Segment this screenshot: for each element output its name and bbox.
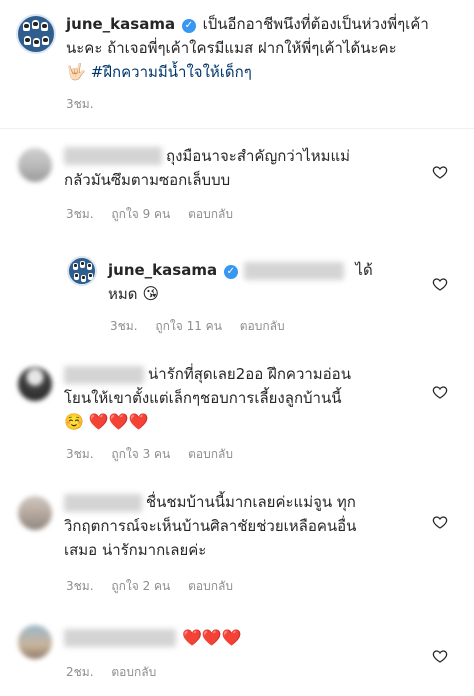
kiss-emoji: 😘 xyxy=(142,284,159,303)
reply-button[interactable]: ตอบกลับ xyxy=(111,665,156,679)
comment-line-1: ❤️❤️❤️ xyxy=(64,626,434,650)
comment-likes-link[interactable]: ถูกใจ 3 คน xyxy=(111,447,170,461)
verified-badge-icon: ✓ xyxy=(223,265,238,279)
comment-likes-link[interactable]: ถูกใจ 9 คน xyxy=(111,207,170,221)
comment-line-1: ชื่นชมบ้านนี้มากเลยค่ะแม่จูน ทุก xyxy=(146,493,356,511)
reply-button[interactable]: ตอบกลับ xyxy=(188,579,233,593)
smile-emoji: ☺️ xyxy=(64,412,84,431)
commenter-avatar[interactable] xyxy=(18,367,52,401)
post-caption: june_kasama ✓ เป็นอีกอาชีพนึงที่ต้องเป็น… xyxy=(66,12,466,84)
like-heart-icon[interactable] xyxy=(432,648,448,664)
commenter-avatar[interactable] xyxy=(18,496,52,530)
reply-text-suffix: ได้ xyxy=(355,261,373,279)
comment-line-2: กลัวมันซึมตามซอกเล็บบบ xyxy=(64,171,231,189)
comment-meta: 3ชม. ถูกใจ 2 คน ตอบกลับ xyxy=(66,578,247,594)
like-heart-icon[interactable] xyxy=(432,514,448,530)
reply-line-2: หมด 😘 xyxy=(108,282,428,306)
comment-meta: 3ชม. ถูกใจ 9 คน ตอบกลับ xyxy=(66,206,247,222)
reply-author-username[interactable]: june_kasama xyxy=(108,261,217,279)
hashtag-link[interactable]: #ฝึกความมีน้ำใจให้เด็กๆ xyxy=(91,63,252,81)
comment-line-3: ☺️ ❤️❤️❤️ xyxy=(64,410,434,434)
comment-line-1: ถุงมือนาจะสำคัญกว่าไหมแม่ xyxy=(166,147,351,165)
caption-line-3: 🤟🏻 #ฝึกความมีน้ำใจให้เด็กๆ xyxy=(66,60,466,84)
reply-author-avatar[interactable] xyxy=(67,256,97,286)
comment-time: 3ชม. xyxy=(66,447,94,461)
caption-line-1: june_kasama ✓ เป็นอีกอาชีพนึงที่ต้องเป็น… xyxy=(66,12,466,36)
comment-line-2: วิกฤตการณ์จะเห็นบ้านศิลาชัยช่วยเหลือคนอื… xyxy=(64,517,357,535)
comment-time: 3ชม. xyxy=(66,207,94,221)
caption-text-2: นะคะ ถ้าเจอพี่ๆเค้าใครมีแมส ฝากให้พี่ๆเค… xyxy=(66,39,397,57)
comment-time: 3ชม. xyxy=(110,319,138,333)
comment-likes-link[interactable]: ถูกใจ 11 คน xyxy=(155,319,222,333)
comment-line-3: เสมอ น่ารักมากเลยค่ะ xyxy=(64,541,207,559)
post-author-username[interactable]: june_kasama xyxy=(66,15,175,33)
commenter-avatar[interactable] xyxy=(18,148,52,182)
red-hearts-emoji: ❤️❤️❤️ xyxy=(182,628,242,647)
comment-time: 2ชม. xyxy=(66,665,94,679)
comment-line-1: น่ารักที่สุดเลย2ออ ฝึกความอ่อน xyxy=(148,365,351,383)
comment-meta: 3ชม. ถูกใจ 3 คน ตอบกลับ xyxy=(66,446,247,462)
commenter-avatar[interactable] xyxy=(18,625,52,659)
comment-text: ❤️❤️❤️ xyxy=(64,626,434,650)
reply-meta: 3ชม. ถูกใจ 11 คน ตอบกลับ xyxy=(110,318,299,334)
comment-meta: 2ชม. ตอบกลับ xyxy=(66,664,170,680)
caption-text-1: เป็นอีกอาชีพนึงที่ต้องเป็นห่วงพี่ๆเค้า xyxy=(202,15,429,33)
post-timestamp: 3ชม. xyxy=(66,97,94,111)
comment-time: 3ชม. xyxy=(66,579,94,593)
reply-text-2: หมด xyxy=(108,285,138,303)
reply-button[interactable]: ตอบกลับ xyxy=(188,207,233,221)
reply-button[interactable]: ตอบกลับ xyxy=(240,319,285,333)
reply-button[interactable]: ตอบกลับ xyxy=(188,447,233,461)
post-author-avatar[interactable] xyxy=(16,14,56,54)
verified-badge-icon: ✓ xyxy=(181,19,196,33)
like-heart-icon[interactable] xyxy=(432,276,448,292)
comment-text: น่ารักที่สุดเลย2ออ ฝึกความอ่อน โยนให้เขา… xyxy=(64,362,434,434)
like-heart-icon[interactable] xyxy=(432,384,448,400)
reply-text: june_kasama ✓ ได้ หมด 😘 xyxy=(108,258,428,306)
comment-likes-link[interactable]: ถูกใจ 2 คน xyxy=(111,579,170,593)
red-hearts-emoji: ❤️❤️❤️ xyxy=(88,412,149,431)
reply-line-1: june_kasama ✓ ได้ xyxy=(108,258,428,282)
like-heart-icon[interactable] xyxy=(432,164,448,180)
comment-line-2: โยนให้เขาตั้งแต่เล็กๆชอบการเลี้ยงลูกบ้าน… xyxy=(64,389,342,407)
comment-text: ชื่นชมบ้านนี้มากเลยค่ะแม่จูน ทุก วิกฤตกา… xyxy=(64,490,434,562)
divider xyxy=(0,128,474,129)
comment-text: ถุงมือนาจะสำคัญกว่าไหมแม่ กลัวมันซึมตามซ… xyxy=(64,144,434,192)
rock-hand-emoji: 🤟🏻 xyxy=(66,62,86,81)
